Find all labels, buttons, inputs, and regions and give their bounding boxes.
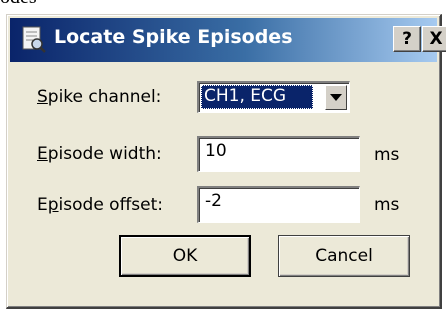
title-bar[interactable]: Locate Spike Episodes ? X — [10, 18, 446, 62]
episode-width-unit: ms — [374, 145, 400, 165]
episode-offset-label: Episode offset: — [37, 195, 164, 215]
spike-channel-label: Spike channel: — [37, 87, 162, 107]
episode-width-label: Episode width: — [37, 144, 162, 164]
locate-spike-episodes-dialog: Locate Spike Episodes ? X Spike channel:… — [6, 14, 446, 309]
episode-offset-input[interactable]: -2 — [197, 186, 360, 223]
episode-offset-unit: ms — [374, 195, 400, 215]
help-button[interactable]: ? — [393, 26, 421, 52]
app-icon — [22, 26, 46, 53]
close-button[interactable]: X — [422, 26, 446, 52]
spike-channel-value: CH1, ECG — [201, 85, 313, 109]
chevron-down-icon[interactable] — [325, 85, 347, 110]
background-text: odes — [0, 0, 37, 9]
episode-width-input[interactable]: 10 — [197, 136, 360, 172]
cancel-button[interactable]: Cancel — [278, 235, 410, 277]
ok-button[interactable]: OK — [119, 235, 251, 277]
spike-channel-select[interactable]: CH1, ECG — [197, 81, 350, 113]
window-title: Locate Spike Episodes — [54, 26, 293, 48]
